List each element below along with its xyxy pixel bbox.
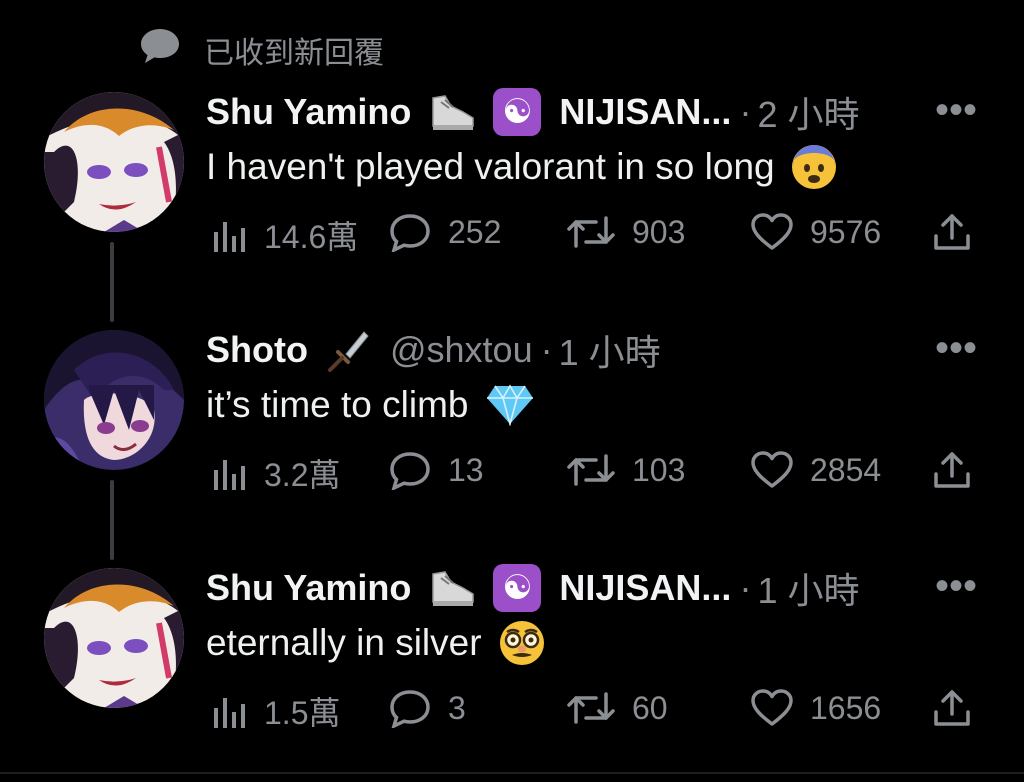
avatar-shu-yamino[interactable] — [44, 568, 184, 708]
divider — [0, 772, 1024, 774]
separator-dot: · — [739, 567, 752, 608]
views-icon — [214, 698, 245, 728]
reply-count: 3 — [448, 689, 466, 726]
tweet-body: eternally in silver — [206, 622, 482, 663]
author-name[interactable]: Shu Yamino — [206, 567, 411, 609]
shoe-icon — [427, 568, 477, 608]
heart-icon — [751, 689, 793, 726]
share-button[interactable] — [932, 688, 972, 728]
views-count: 1.5萬 — [264, 695, 341, 731]
like-count: 1656 — [810, 689, 882, 726]
tweet[interactable]: Shu Yamino ☯ NIJISAN... · 1 小時 ••• etern… — [0, 0, 1024, 770]
views-button[interactable]: 1.5萬 — [212, 688, 341, 734]
tweet-text: eternally in silver — [206, 618, 546, 668]
yin-yang-icon: ☯ — [493, 564, 542, 612]
reply-button[interactable]: 3 — [388, 688, 466, 728]
reply-icon — [390, 690, 430, 728]
like-button[interactable]: 1656 — [750, 688, 881, 728]
repost-button[interactable]: 60 — [566, 688, 668, 728]
disguised-face-icon — [498, 619, 546, 667]
share-icon — [934, 690, 970, 726]
more-options-icon[interactable]: ••• — [935, 566, 977, 606]
community-name[interactable]: NIJISAN... — [559, 567, 731, 609]
repost-icon — [567, 692, 615, 724]
timestamp[interactable]: 1 小時 — [757, 562, 859, 614]
tweet-actions: 1.5萬 3 60 1656 — [0, 688, 1024, 738]
repost-count: 60 — [632, 689, 668, 726]
tweet-header: Shu Yamino ☯ NIJISAN... · 1 小時 — [206, 564, 859, 612]
